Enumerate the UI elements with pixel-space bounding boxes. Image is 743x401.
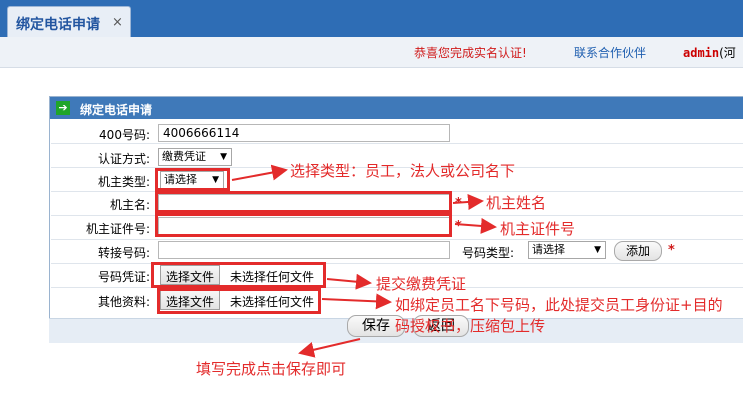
panel-header: ➔ 绑定电话申请	[50, 97, 743, 119]
other-materials-label: 其他资料:	[97, 295, 150, 309]
required-mark: *	[668, 243, 675, 258]
transfer-number-label: 转接号码:	[97, 246, 150, 260]
chevron-down-icon: ▼	[220, 152, 227, 162]
num400-input[interactable]: 4006666114	[158, 124, 450, 142]
annotation-owner-name: 机主姓名	[486, 194, 547, 212]
number-type-select[interactable]: 请选择 ▼	[528, 241, 606, 259]
transfer-number-input[interactable]	[158, 241, 450, 259]
annotation-save-hint: 填写完成点击保存即可	[196, 360, 347, 378]
arrow-right-icon: ➔	[56, 101, 70, 115]
highlight-owner-id	[155, 213, 452, 237]
number-type-value: 请选择	[532, 243, 565, 256]
highlight-voucher	[151, 262, 326, 288]
annotation-submit-voucher: 提交缴费凭证	[376, 275, 467, 293]
highlight-owner-name	[155, 191, 452, 213]
annotation-select-type: 选择类型：员工，法人或公司名下	[290, 162, 516, 180]
user-suffix: (河	[719, 46, 736, 60]
required-mark: *	[455, 196, 462, 211]
num400-label: 400号码:	[99, 128, 150, 142]
required-mark: *	[455, 219, 462, 234]
owner-type-label: 机主类型:	[97, 175, 150, 189]
highlight-other-materials	[157, 288, 321, 314]
close-icon[interactable]: ×	[112, 15, 123, 30]
contact-partners-link[interactable]: 联系合作伙伴	[574, 44, 646, 61]
username[interactable]: admin	[683, 46, 719, 60]
row-divider	[51, 143, 743, 144]
auth-method-select[interactable]: 缴费凭证 ▼	[158, 148, 232, 166]
congrats-text: 恭喜您完成实名认证!	[414, 46, 527, 60]
highlight-owner-type	[155, 168, 230, 191]
user-info: admin(河	[683, 44, 736, 61]
row-divider	[51, 239, 743, 240]
number-type-label: 号码类型:	[462, 246, 515, 260]
auth-method-label: 认证方式:	[97, 152, 150, 166]
tab-label: 绑定电话申请	[16, 17, 100, 33]
voucher-label: 号码凭证:	[97, 270, 150, 284]
owner-name-label: 机主名:	[109, 198, 150, 212]
annotation-other-line1: 如绑定员工名下号码，此处提交员工身份证+目的	[395, 296, 723, 314]
owner-id-label: 机主证件号:	[85, 222, 150, 236]
auth-method-value: 缴费凭证	[162, 150, 206, 163]
tab-bind-phone[interactable]: 绑定电话申请 ×	[7, 6, 131, 37]
add-button[interactable]: 添加	[614, 241, 662, 261]
annotation-owner-id: 机主证件号	[500, 220, 576, 238]
panel-title: 绑定电话申请	[80, 103, 153, 117]
annotation-other-line2: 码授权书，压缩包上传	[395, 317, 546, 335]
chevron-down-icon: ▼	[594, 245, 601, 255]
